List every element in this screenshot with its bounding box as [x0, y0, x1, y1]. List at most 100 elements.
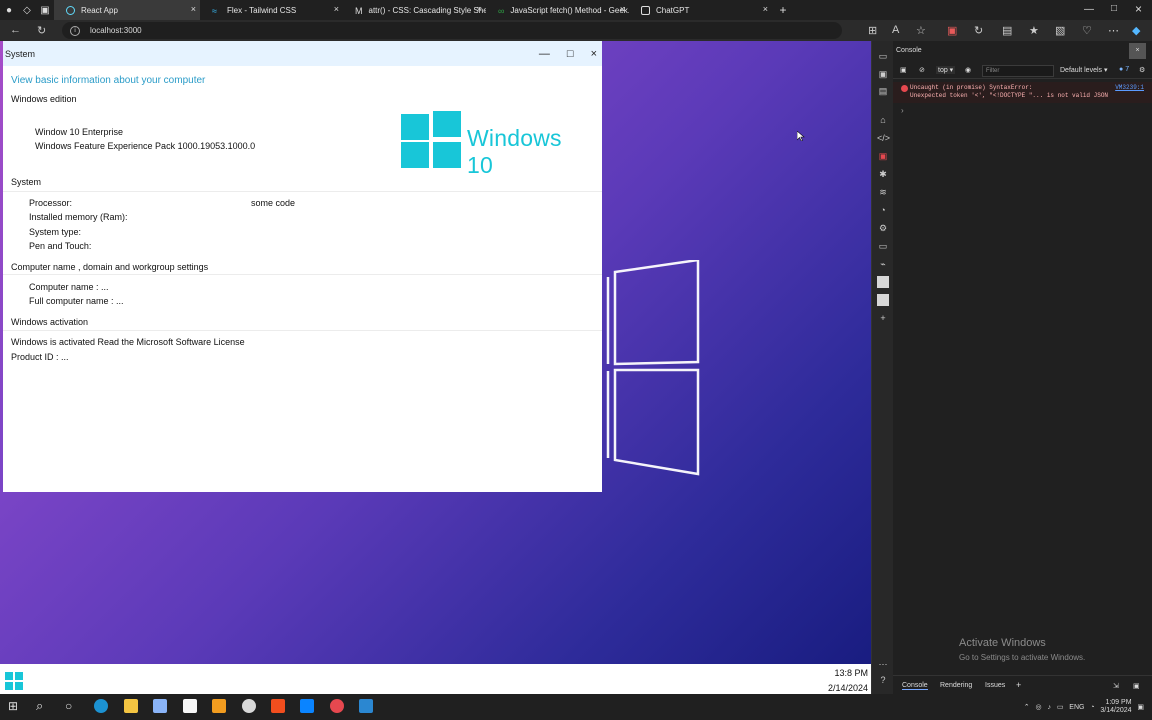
window-titlebar[interactable]: System — □ × — [3, 41, 602, 66]
store-icon[interactable] — [183, 699, 197, 713]
refresh-extension-icon[interactable]: ↻ — [974, 24, 983, 37]
maximize-icon[interactable]: □ — [567, 48, 574, 60]
drawer-tab-console[interactable]: Console — [902, 682, 928, 690]
more-tools-icon[interactable]: ⋯ — [877, 658, 889, 670]
page-heading[interactable]: View basic information about your comput… — [11, 75, 205, 86]
address-bar[interactable]: i localhost:3000 — [62, 22, 842, 39]
read-aloud-icon[interactable]: A — [892, 24, 899, 36]
sidebar-icon[interactable]: ▣ — [900, 66, 907, 74]
lighthouse-icon[interactable]: ⌁ — [877, 258, 889, 270]
copilot-icon[interactable]: ◆ — [1132, 24, 1140, 37]
collections-icon[interactable]: ▧ — [1055, 24, 1065, 37]
inner-time: 13:8 PM — [834, 668, 868, 678]
favorites-icon[interactable]: ★ — [1029, 24, 1039, 37]
drawer-tab-issues[interactable]: Issues — [985, 682, 1005, 689]
hidden-icons-icon[interactable]: ⌃ — [1024, 704, 1030, 711]
device-toolbar-icon[interactable]: ▭ — [877, 50, 889, 62]
console-settings-icon[interactable]: ⚙ — [1139, 66, 1145, 74]
back-icon[interactable]: ← — [10, 24, 21, 36]
activate-windows-subtitle: Go to Settings to activate Windows. — [959, 653, 1086, 662]
sources-icon[interactable]: ✱ — [877, 168, 889, 180]
more-icon[interactable]: ⋯ — [1108, 24, 1119, 37]
task-view-icon[interactable]: ○ — [65, 699, 79, 713]
search-icon[interactable]: ⌕ — [36, 699, 50, 713]
close-icon[interactable]: × — [191, 4, 196, 14]
clear-console-icon[interactable]: ⊘ — [919, 66, 925, 74]
figma-icon[interactable] — [271, 699, 285, 713]
welcome-icon[interactable]: ⌂ — [877, 114, 889, 126]
settings-icon[interactable]: ⚙ — [877, 222, 889, 234]
minimize-icon[interactable]: — — [1084, 4, 1094, 15]
edge-icon[interactable] — [94, 699, 108, 713]
volume-icon[interactable]: ♪ — [1047, 704, 1051, 711]
tab-actions-icon[interactable]: ▣ — [36, 0, 54, 20]
drawer-tab-rendering[interactable]: Rendering — [940, 682, 972, 689]
dock-drawer-icon[interactable]: ⇲ — [1113, 682, 1119, 690]
tab-flex-tailwind[interactable]: ≈ Flex - Tailwind CSS × — [200, 0, 343, 20]
extension-icon[interactable]: ▣ — [947, 24, 957, 37]
console-icon[interactable]: ▣ — [877, 150, 889, 162]
windows-start-icon[interactable]: ⊞ — [8, 699, 22, 713]
add-tool-icon[interactable]: + — [877, 312, 889, 324]
panel-tile-icon[interactable] — [877, 276, 889, 288]
console-prompt-icon: › — [901, 106, 904, 115]
network-icon[interactable]: ≋ — [877, 186, 889, 198]
error-source-link[interactable]: VM3239:1 — [1115, 84, 1144, 92]
issues-badge[interactable]: ● 7 — [1119, 66, 1129, 73]
battery-icon[interactable]: ▭ — [1057, 704, 1064, 711]
taskbar-clock[interactable]: 1:09 PM 3/14/2024 — [1100, 699, 1131, 715]
inner-date: 2/14/2024 — [827, 683, 868, 693]
tab-chatgpt[interactable]: ChatGPT × — [629, 0, 772, 20]
sublime-icon[interactable] — [212, 699, 226, 713]
tab-label: Flex - Tailwind CSS — [227, 5, 297, 15]
tab-react-app[interactable]: React App × — [54, 0, 200, 20]
log-levels-select[interactable]: Default levels ▾ — [1060, 66, 1108, 74]
network-tray-icon[interactable]: ◎ — [1036, 704, 1042, 711]
app-icon[interactable] — [153, 699, 167, 713]
browser-tab-strip: ● ◇ ▣ React App × ≈ Flex - Tailwind CSS … — [0, 0, 1152, 20]
close-icon[interactable]: × — [334, 4, 339, 14]
start-icon[interactable] — [5, 672, 24, 690]
split-screen-icon[interactable]: ▤ — [1002, 24, 1012, 37]
panel-tile-icon[interactable] — [877, 294, 889, 306]
dock-icon[interactable]: ▤ — [877, 85, 889, 97]
refresh-icon[interactable]: ↻ — [37, 24, 46, 37]
notification-icon[interactable]: ▣ — [1137, 704, 1144, 711]
eye-icon[interactable]: ◉ — [965, 66, 971, 74]
add-drawer-tab-button[interactable]: + — [1016, 680, 1021, 690]
wifi-icon[interactable]: ◔ — [1090, 704, 1094, 711]
apps-icon[interactable]: ⊞ — [868, 24, 877, 37]
favorite-icon[interactable]: ☆ — [916, 24, 926, 37]
section-divider — [3, 191, 602, 192]
close-devtools-icon[interactable]: × — [1129, 42, 1146, 59]
chrome-icon[interactable] — [330, 699, 344, 713]
help-icon[interactable]: ? — [877, 674, 889, 686]
react-icon — [66, 5, 75, 15]
restore-icon[interactable]: □ — [1111, 3, 1117, 14]
mdn-icon: M — [355, 5, 363, 16]
close-icon[interactable]: × — [591, 48, 597, 60]
application-icon[interactable]: ▭ — [877, 240, 889, 252]
inspect-icon[interactable]: ▣ — [877, 68, 889, 80]
language-indicator[interactable]: ENG — [1069, 704, 1084, 711]
browser-app-icon[interactable] — [242, 699, 256, 713]
profile-icon[interactable]: ● — [0, 0, 18, 20]
minimize-icon[interactable]: — — [539, 48, 550, 60]
workspaces-icon[interactable]: ◇ — [18, 0, 36, 20]
close-icon[interactable]: × — [620, 4, 625, 14]
vscode-icon[interactable] — [300, 699, 314, 713]
console-filter-input[interactable]: Filter — [982, 65, 1054, 77]
performance-icon[interactable]: ♡ — [1082, 24, 1092, 37]
elements-icon[interactable]: </> — [877, 132, 890, 144]
paint-icon[interactable] — [359, 699, 373, 713]
tab-css-attr[interactable]: M attr() - CSS: Cascading Style She... × — [343, 0, 486, 20]
close-drawer-icon[interactable]: ▣ — [1133, 682, 1140, 690]
context-selector[interactable]: top ▾ — [936, 66, 956, 74]
file-explorer-icon[interactable] — [124, 699, 138, 713]
close-window-icon[interactable]: × — [1135, 2, 1142, 16]
new-tab-button[interactable]: + — [772, 0, 794, 20]
close-icon[interactable]: × — [477, 4, 482, 14]
performance-icon[interactable]: ◔ — [877, 204, 889, 216]
close-icon[interactable]: × — [763, 4, 768, 14]
tab-fetch-geeks[interactable]: ∞ JavaScript fetch() Method - Geek... × — [486, 0, 629, 20]
